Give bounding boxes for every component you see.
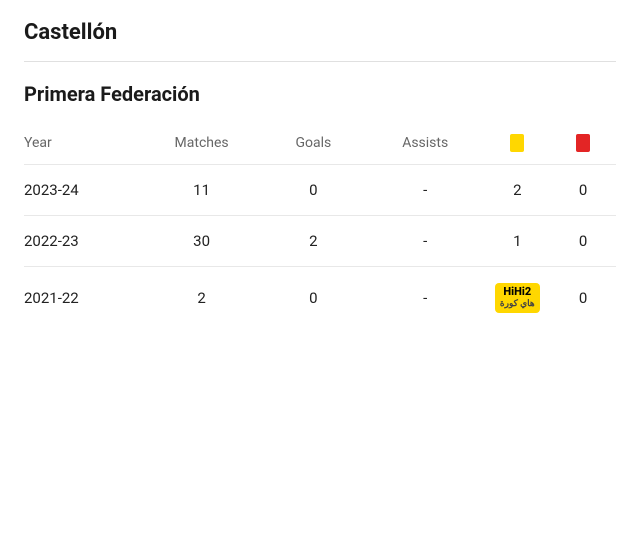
cell-goals: 0 bbox=[261, 267, 366, 329]
badge-bottom: هاي كورة bbox=[500, 299, 535, 311]
cell-year: 2023-24 bbox=[24, 165, 142, 216]
table-row: 2023-24 11 0 - 2 0 bbox=[24, 165, 616, 216]
hihi-watermark-badge: HiHi2 هاي كورة bbox=[495, 283, 540, 313]
cell-red: 0 bbox=[550, 165, 616, 216]
club-title: Castellón bbox=[24, 20, 616, 62]
header-matches: Matches bbox=[142, 126, 260, 165]
page-container: Castellón Primera Federación Year Matche… bbox=[0, 0, 640, 349]
cell-red: 0 bbox=[550, 216, 616, 267]
competition-title: Primera Federación bbox=[24, 82, 616, 106]
badge-number: 2 bbox=[525, 285, 531, 298]
cell-matches: 30 bbox=[142, 216, 260, 267]
cell-assists: - bbox=[366, 165, 484, 216]
cell-matches: 11 bbox=[142, 165, 260, 216]
stats-tbody: 2023-24 11 0 - 2 0 2022-23 30 2 - 1 0 20… bbox=[24, 165, 616, 329]
yellow-value: HiHi2 هاي كورة bbox=[495, 283, 540, 313]
cell-year: 2022-23 bbox=[24, 216, 142, 267]
cell-goals: 2 bbox=[261, 216, 366, 267]
red-card-icon bbox=[576, 134, 590, 152]
cell-year: 2021-22 bbox=[24, 267, 142, 329]
table-row: 2022-23 30 2 - 1 0 bbox=[24, 216, 616, 267]
header-yellow-card bbox=[484, 126, 550, 165]
cell-assists: - bbox=[366, 216, 484, 267]
cell-matches: 2 bbox=[142, 267, 260, 329]
cell-red: 0 bbox=[550, 267, 616, 329]
table-row: 2021-22 2 0 - HiHi2 هاي كورة 0 bbox=[24, 267, 616, 329]
cell-goals: 0 bbox=[261, 165, 366, 216]
yellow-card-icon bbox=[510, 134, 524, 152]
stats-table: Year Matches Goals Assists 2023-24 11 0 … bbox=[24, 126, 616, 329]
cell-assists: - bbox=[366, 267, 484, 329]
header-assists: Assists bbox=[366, 126, 484, 165]
cell-yellow: 2 bbox=[484, 165, 550, 216]
badge-top: HiHi2 bbox=[500, 285, 535, 299]
header-red-card bbox=[550, 126, 616, 165]
table-header-row: Year Matches Goals Assists bbox=[24, 126, 616, 165]
header-goals: Goals bbox=[261, 126, 366, 165]
header-year: Year bbox=[24, 126, 142, 165]
cell-yellow: 1 bbox=[484, 216, 550, 267]
cell-yellow: HiHi2 هاي كورة bbox=[484, 267, 550, 329]
